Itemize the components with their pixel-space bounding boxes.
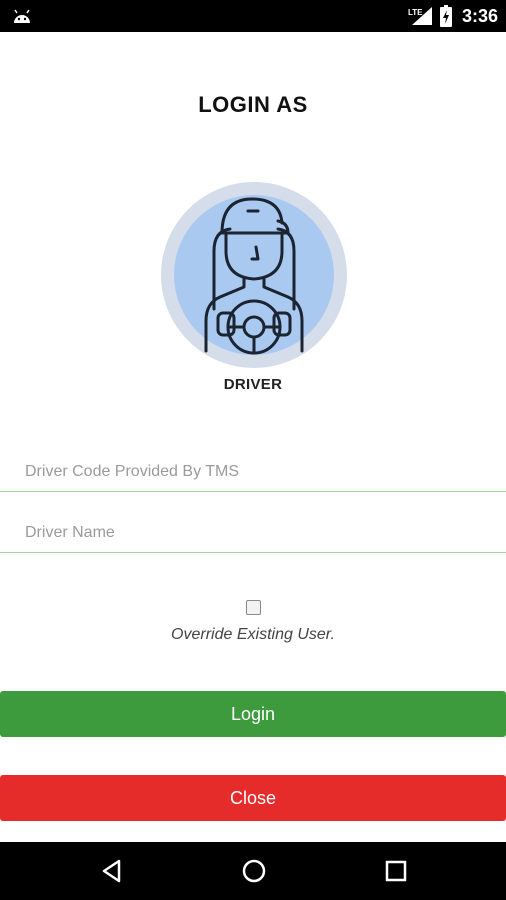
override-checkbox[interactable] (246, 600, 261, 615)
status-icons: LTE 3:36 (408, 0, 498, 32)
recents-icon[interactable] (381, 856, 411, 886)
navigation-bar (0, 842, 506, 900)
home-icon[interactable] (239, 856, 269, 886)
status-time: 3:36 (461, 5, 498, 26)
login-button[interactable]: Login (0, 691, 506, 737)
back-icon[interactable] (97, 856, 127, 886)
close-button[interactable]: Close (0, 775, 506, 821)
svg-text:LTE: LTE (408, 8, 423, 17)
driver-code-input[interactable] (0, 452, 506, 492)
battery-charging-icon (439, 5, 452, 27)
driver-name-input[interactable] (0, 513, 506, 553)
override-label: Override Existing User. (171, 626, 335, 643)
status-bar: LTE 3:36 (0, 0, 506, 32)
page-title: LOGIN AS (198, 92, 308, 117)
driver-steering-wheel-icon[interactable] (160, 181, 348, 369)
signal-icon: LTE (408, 7, 432, 25)
android-icon (14, 9, 30, 23)
role-label: DRIVER (223, 376, 283, 393)
